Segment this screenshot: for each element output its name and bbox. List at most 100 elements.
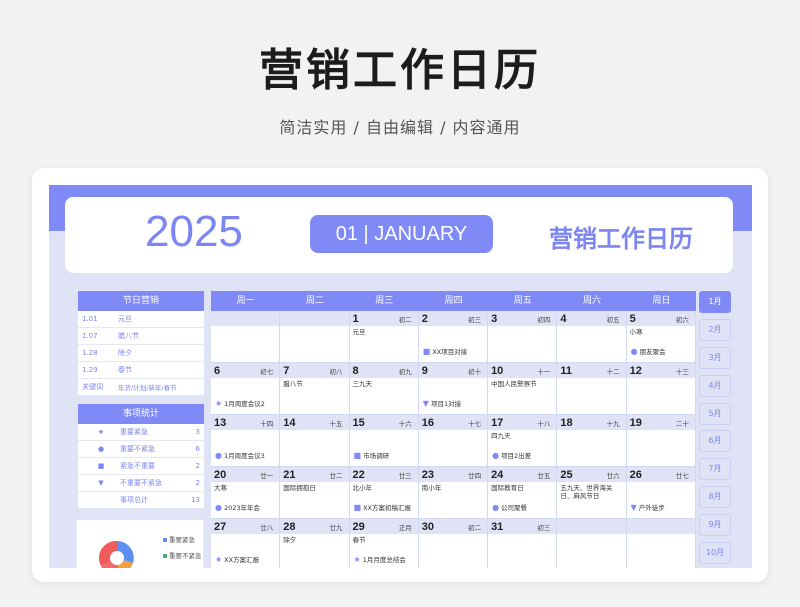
stat-count: 13 <box>191 496 200 504</box>
day-header: 31 初三 <box>488 519 557 534</box>
day-cell[interactable]: 15 十六 ■ 市场调研 <box>349 415 419 467</box>
lunar-date: 初二 <box>398 315 412 324</box>
day-cell[interactable]: 25 廿六 五九天、世界海关日、麻风节日 <box>557 467 627 519</box>
day-cell[interactable]: 7 初八 腊八节 <box>280 363 350 415</box>
day-cell[interactable]: 18 十九 <box>557 415 627 467</box>
day-number: 30 <box>421 520 435 533</box>
day-event[interactable]: ▼ 户外徒步 <box>631 502 665 512</box>
day-event[interactable]: ▼ 项目1对接 <box>423 398 461 408</box>
lunar-date: 十七 <box>468 419 482 428</box>
month-tab[interactable]: 7月 <box>699 458 731 481</box>
day-event[interactable]: ● 公司聚餐 <box>492 502 527 512</box>
day-cell[interactable]: 2 初三 ■ XX项目对接 <box>418 311 489 363</box>
month-tab[interactable]: 3月 <box>699 346 731 369</box>
month-tab[interactable]: 2月 <box>699 318 731 341</box>
day-cell[interactable]: 27 廿八 ★ XX方案汇报 <box>211 519 281 568</box>
day-cell[interactable]: 24 廿五 国际教育日 ● 公司聚餐 <box>488 467 558 519</box>
stat-icon: ★ <box>97 428 105 436</box>
lunar-date: 十四 <box>260 419 274 428</box>
day-header: 17 十八 <box>488 415 557 430</box>
day-number: 15 <box>352 416 365 429</box>
day-cell[interactable]: 30 初二 <box>418 519 489 568</box>
day-header: 15 十六 <box>349 415 418 430</box>
weekday-label: 周二 <box>305 296 324 306</box>
day-event[interactable]: ★ 1月周度会议2 <box>215 398 265 408</box>
lunar-date: 十九 <box>606 419 620 428</box>
day-event[interactable]: ● 1月周度会议3 <box>215 450 265 460</box>
lunar-date: 廿一 <box>260 471 274 480</box>
day-event[interactable]: ★ 1月月度总结会 <box>354 554 406 564</box>
weekday-label: 周四 <box>444 296 463 306</box>
day-cell[interactable]: 11 十二 <box>557 363 627 415</box>
day-cell[interactable]: 31 初三 <box>488 519 558 568</box>
month-tab[interactable]: 8月 <box>699 486 731 509</box>
day-number: 29 <box>352 520 365 533</box>
month-tab[interactable]: 1月 <box>699 291 731 313</box>
day-cell[interactable]: 23 廿四 南小年 <box>418 467 489 519</box>
day-header: 27 廿八 <box>211 519 280 534</box>
lunar-date: 二十 <box>675 419 689 428</box>
day-number: 21 <box>283 468 296 481</box>
month-tab[interactable]: 10月 <box>699 542 731 565</box>
event-text: 公司聚餐 <box>501 504 528 512</box>
day-number: 23 <box>421 468 435 481</box>
day-number: 27 <box>214 520 227 533</box>
day-header: 26 廿七 <box>626 467 695 482</box>
week-row: 6 初七 ★ 1月周度会议2 7 初八 腊八节 8 初九 三九天 9 初十 ▼ 项目1对接 10 十一 中国人民… <box>211 363 696 415</box>
day-cell[interactable]: 29 正月 春节 ★ 1月月度总结会 <box>349 519 419 568</box>
lunar-date: 初七 <box>260 367 274 376</box>
month-tab[interactable]: 4月 <box>699 374 731 397</box>
day-cell[interactable]: 19 二十 <box>626 415 696 467</box>
day-cell[interactable]: 4 初五 <box>557 311 627 363</box>
day-header: 18 十九 <box>557 415 626 430</box>
holiday-row: 1.07 腊八节 <box>78 328 204 345</box>
day-cell[interactable]: 9 初十 ▼ 项目1对接 <box>418 363 489 415</box>
day-cell[interactable]: 10 十一 中国人民警察节 <box>488 363 558 415</box>
day-event[interactable]: ● 朋友聚会 <box>631 346 666 356</box>
day-cell[interactable]: 1 初二 元旦 <box>349 311 419 363</box>
day-cell[interactable]: 22 廿三 北小年 ■ XX方案初稿汇报 <box>349 467 419 519</box>
day-cell[interactable]: 16 十七 <box>418 415 489 467</box>
day-cell[interactable]: 13 十四 ● 1月周度会议3 <box>211 415 281 467</box>
day-event[interactable]: ● 2023年年会 <box>215 502 260 512</box>
day-header: 28 廿九 <box>280 519 349 534</box>
day-header: 29 正月 <box>349 519 418 534</box>
event-text: 2023年年会 <box>223 504 261 512</box>
calendar-sheet: 2025 01 | JANUARY 营销工作日历 节日营销 1.01 元旦 1.07… <box>49 185 752 568</box>
event-text: 朋友聚会 <box>639 348 666 356</box>
lunar-date: 正月 <box>398 523 412 532</box>
day-header: 23 廿四 <box>418 467 488 482</box>
lunar-date: 初八 <box>329 367 343 376</box>
day-cell <box>280 311 350 363</box>
day-event[interactable]: ■ XX方案初稿汇报 <box>354 502 411 512</box>
holiday-date: 1.29 <box>82 366 98 374</box>
day-cell[interactable]: 5 初六 小寒 ● 朋友聚会 <box>626 311 696 363</box>
day-cell[interactable]: 8 初九 三九天 <box>349 363 419 415</box>
stat-row: ■ 紧急不重要 2 <box>78 458 204 475</box>
month-selector[interactable]: 01 | JANUARY <box>310 215 493 253</box>
lunar-date: 廿二 <box>329 471 343 480</box>
month-tab[interactable]: 9月 <box>699 514 731 537</box>
day-cell[interactable]: 20 廿一 大寒 ● 2023年年会 <box>211 467 281 519</box>
holiday-date: 1.28 <box>82 349 98 357</box>
day-header: 1 初二 <box>349 311 418 326</box>
day-event[interactable]: ■ 市场调研 <box>354 450 390 460</box>
day-cell[interactable]: 12 十三 <box>626 363 696 415</box>
day-cell[interactable]: 3 初四 <box>488 311 558 363</box>
day-cell[interactable]: 14 十五 <box>280 415 350 467</box>
day-header: 8 初九 <box>349 363 418 378</box>
day-cell[interactable]: 28 廿九 除夕 <box>280 519 350 568</box>
month-tab[interactable]: 5月 <box>699 402 731 425</box>
day-cell[interactable]: 17 十八 四九天 ● 项目2出差 <box>488 415 558 467</box>
day-cell[interactable]: 21 廿二 国际拥抱日 <box>280 467 350 519</box>
month-tab[interactable]: 6月 <box>699 430 731 453</box>
day-header: 5 初六 <box>626 311 695 326</box>
day-event[interactable]: ★ XX方案汇报 <box>215 554 259 564</box>
day-event[interactable]: ■ XX项目对接 <box>423 346 467 356</box>
day-event[interactable]: ● 项目2出差 <box>492 450 531 460</box>
header-brand: 营销工作日历 <box>549 225 693 253</box>
day-cell[interactable]: 6 初七 ★ 1月周度会议2 <box>211 363 281 415</box>
month-tabs: 1月 2月 3月 4月 5月 6月 7月 8月 9月 10月 <box>699 291 731 568</box>
event-text: XX方案初稿汇报 <box>363 504 411 512</box>
day-cell[interactable]: 26 廿七 ▼ 户外徒步 <box>626 467 696 519</box>
